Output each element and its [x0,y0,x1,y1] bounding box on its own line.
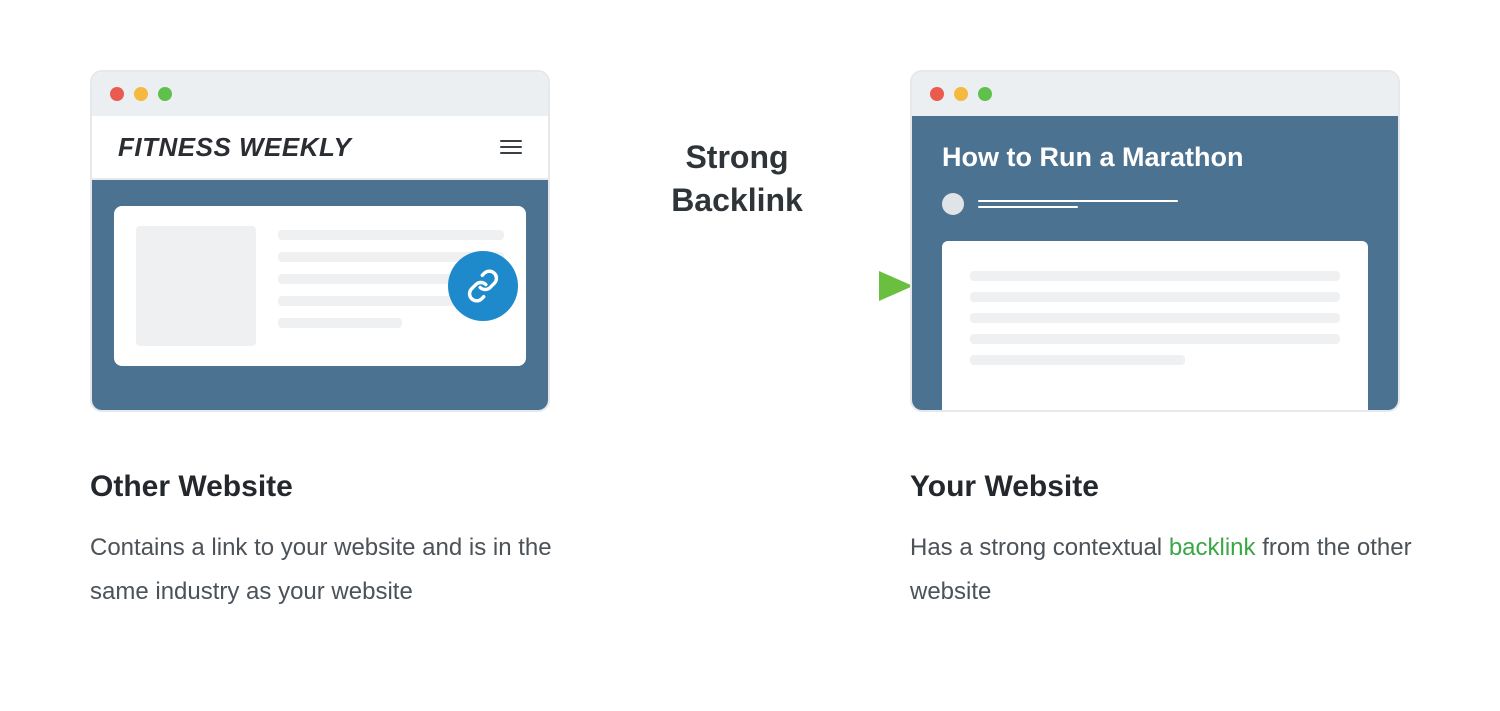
hamburger-icon [500,140,522,154]
byline-line [978,200,1178,202]
close-dot-icon [110,87,124,101]
text-line [278,230,504,240]
minimize-dot-icon [954,87,968,101]
caption-body: Has a strong contextual backlink from th… [910,526,1430,615]
other-website-caption: Other Website Contains a link to your we… [90,470,610,615]
arrow-icon [493,265,913,307]
byline [942,193,1368,215]
close-dot-icon [930,87,944,101]
arrow-label-line2: Backlink [671,182,803,218]
maximize-dot-icon [158,87,172,101]
caption-body: Contains a link to your website and is i… [90,526,610,615]
your-website-caption: Your Website Has a strong contextual bac… [910,470,1430,615]
caption-title: Other Website [90,470,610,504]
your-website-browser: How to Run a Marathon [910,70,1400,412]
byline-lines [978,200,1178,208]
window-titlebar [912,72,1398,116]
text-line [970,355,1185,365]
text-line [970,292,1340,302]
diagram-canvas: FITNESS WEEKLY [0,0,1500,711]
caption-highlight: backlink [1169,534,1256,561]
site-body [92,180,548,410]
minimize-dot-icon [134,87,148,101]
article-content-card [942,241,1368,411]
article-body: How to Run a Marathon [912,116,1398,410]
site-header: FITNESS WEEKLY [92,116,548,180]
arrow-label-line1: Strong [685,139,788,175]
site-title: FITNESS WEEKLY [118,132,351,163]
text-line [970,334,1340,344]
avatar-icon [942,193,964,215]
caption-title: Your Website [910,470,1430,504]
article-title: How to Run a Marathon [942,142,1368,173]
article-card [114,206,526,366]
text-line [970,271,1340,281]
other-website-browser: FITNESS WEEKLY [90,70,550,412]
byline-line [978,206,1078,208]
text-line [278,318,402,328]
text-line [970,313,1340,323]
arrow-label: Strong Backlink [602,136,872,222]
thumbnail-placeholder [136,226,256,346]
caption-prefix: Has a strong contextual [910,534,1169,561]
window-titlebar [92,72,548,116]
maximize-dot-icon [978,87,992,101]
